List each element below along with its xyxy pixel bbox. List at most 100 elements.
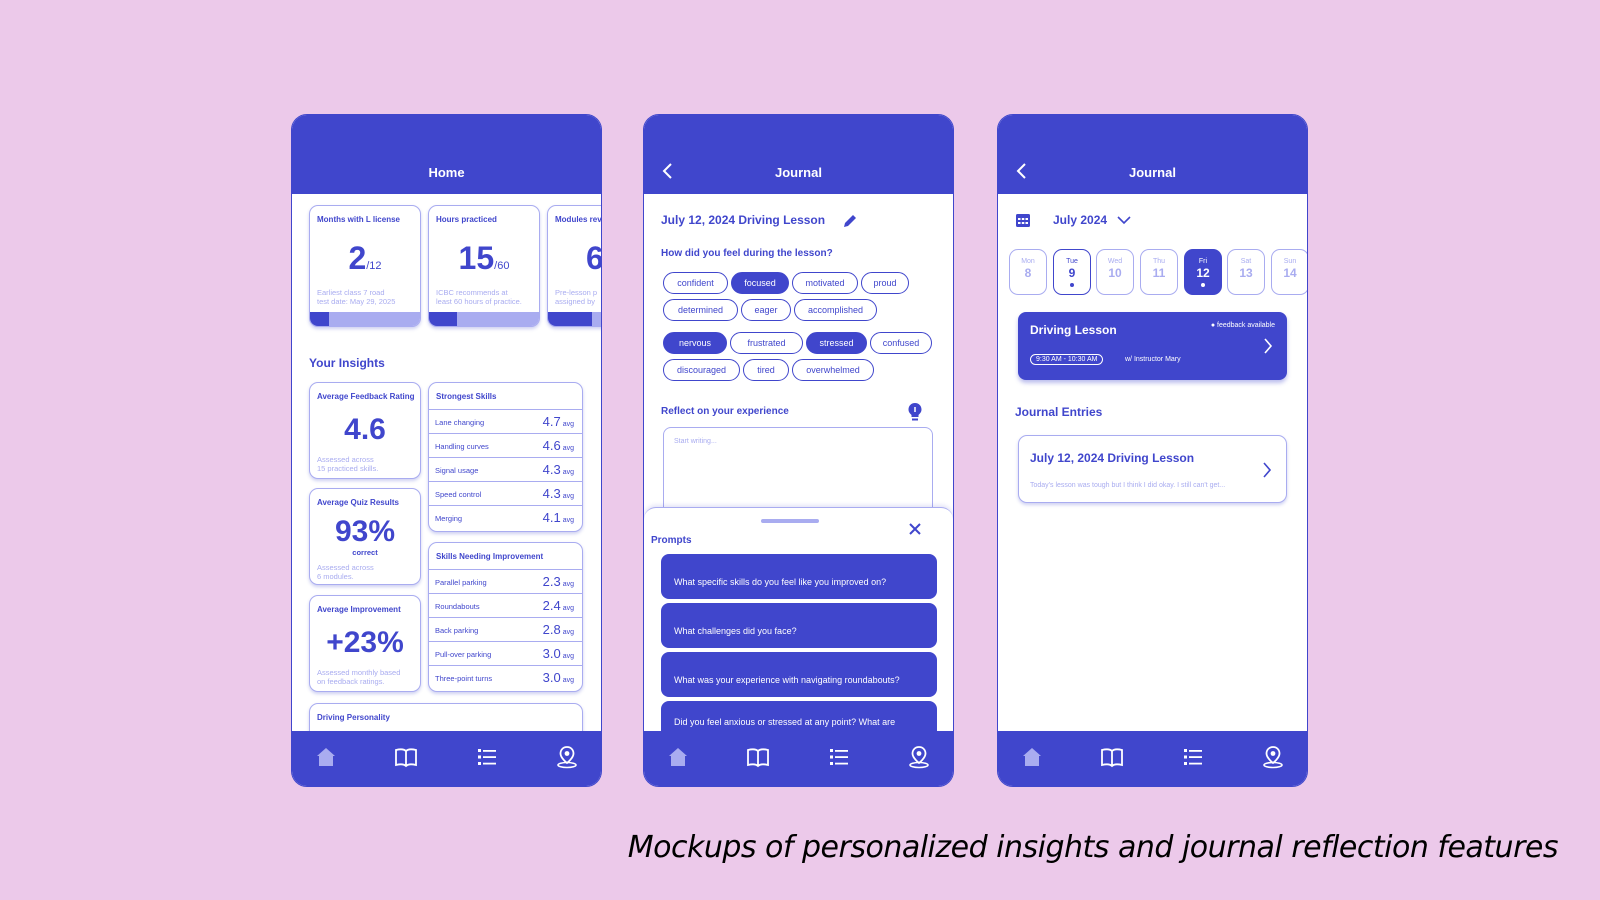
skill-row: Roundabouts 2.4 avg (429, 593, 582, 617)
journal-entry-card[interactable]: July 12, 2024 Driving Lesson Today's les… (1018, 435, 1287, 503)
map-pin-icon[interactable] (907, 745, 931, 769)
day-sat[interactable]: Sat 13 (1227, 249, 1265, 295)
chevron-right-icon (1263, 462, 1272, 478)
skill-row: Parallel parking 2.3 avg (429, 569, 582, 593)
map-pin-icon[interactable] (1261, 745, 1285, 769)
stat-note: Pre-lesson p assigned by (555, 288, 598, 306)
sheet-drag-handle[interactable] (761, 519, 819, 523)
close-icon[interactable] (909, 523, 921, 535)
book-icon[interactable] (1100, 745, 1124, 769)
improvement-card[interactable]: Average Improvement +23% Assessed monthl… (309, 595, 421, 692)
home-icon[interactable] (314, 745, 338, 769)
progress-bar (429, 312, 539, 326)
home-header: Home (292, 115, 601, 194)
journal-entries-heading: Journal Entries (1015, 405, 1103, 419)
card-label: Average Feedback Rating (317, 392, 415, 401)
skill-row: Back parking 2.8 avg (429, 617, 582, 641)
mood-chip-confused[interactable]: confused (870, 332, 932, 354)
journal-calendar-screen: Journal July 2024 Mon 8 Tue 9 Wed 10 Thu 11 … (997, 114, 1308, 787)
lesson-instructor: w/ Instructor Mary (1125, 356, 1181, 363)
day-thu[interactable]: Thu 11 (1140, 249, 1178, 295)
page-title: Home (428, 165, 465, 180)
calendar-icon[interactable] (1015, 212, 1031, 228)
book-icon[interactable] (746, 745, 770, 769)
list-icon[interactable] (475, 745, 499, 769)
quiz-value: 93% (334, 515, 396, 548)
mood-chip-discouraged[interactable]: discouraged (663, 359, 740, 381)
stat-label: Months with L license (317, 215, 400, 224)
stat-card-hours[interactable]: Hours practiced 15/60 ICBC recommends at… (428, 205, 540, 327)
day-wed[interactable]: Wed 10 (1096, 249, 1134, 295)
bottom-nav (292, 731, 601, 786)
skill-row: Lane changing 4.7 avg (429, 409, 582, 433)
mood-chip-proud[interactable]: proud (861, 272, 909, 294)
card-label: Skills Needing Improvement (436, 552, 544, 561)
entry-title: July 12, 2024 Driving Lesson (1030, 451, 1195, 465)
chevron-down-icon[interactable] (1117, 215, 1131, 225)
mood-chip-motivated[interactable]: motivated (792, 272, 858, 294)
lesson-card[interactable]: Driving Lesson ● feedback available 9:30… (1018, 312, 1287, 380)
list-icon[interactable] (827, 745, 851, 769)
skill-row: Signal usage 4.3 avg (429, 457, 582, 481)
feedback-badge: ● feedback available (1210, 322, 1275, 329)
page-title: Journal (775, 165, 822, 180)
skills-needing-improvement-card[interactable]: Skills Needing Improvement Parallel park… (428, 542, 583, 692)
card-label: Strongest Skills (436, 392, 497, 401)
card-label: Average Improvement (317, 605, 401, 614)
stat-note: ICBC recommends at least 60 hours of prac… (436, 288, 522, 306)
home-icon[interactable] (1020, 745, 1044, 769)
prompts-heading: Prompts (651, 535, 692, 546)
skill-row: Three-point turns 3.0 avg (429, 665, 582, 689)
quiz-results-card[interactable]: Average Quiz Results 93% correct Assesse… (309, 488, 421, 585)
prompts-sheet: Prompts What specific skills do you feel… (644, 507, 953, 747)
bottom-nav (644, 731, 953, 786)
book-icon[interactable] (394, 745, 418, 769)
stat-card-license[interactable]: Months with L license 2/12 Earliest clas… (309, 205, 421, 327)
day-sun[interactable]: Sun 14 (1271, 249, 1307, 295)
card-label: Driving Personality (317, 713, 390, 722)
feedback-rating-card[interactable]: Average Feedback Rating 4.6 Assessed acr… (309, 382, 421, 479)
map-pin-icon[interactable] (555, 745, 579, 769)
mood-chip-nervous[interactable]: nervous (663, 332, 727, 354)
day-fri-selected[interactable]: Fri 12 (1184, 249, 1222, 295)
journal-entry-screen: Journal July 12, 2024 Driving Lesson How… (643, 114, 954, 787)
entry-preview: Today's lesson was tough but I think I d… (1030, 482, 1226, 489)
journal-header: Journal (998, 115, 1307, 194)
mood-chip-accomplished[interactable]: accomplished (794, 299, 877, 321)
prompt-item[interactable]: What challenges did you face? (661, 603, 937, 648)
feel-question: How did you feel during the lesson? (661, 248, 833, 259)
mood-chip-frustrated[interactable]: frustrated (730, 332, 803, 354)
entry-title: July 12, 2024 Driving Lesson (661, 213, 826, 227)
insights-heading: Your Insights (309, 356, 385, 370)
month-selector[interactable]: July 2024 (1053, 213, 1107, 227)
lesson-time: 9:30 AM - 10:30 AM (1030, 354, 1104, 365)
mood-chip-tired[interactable]: tired (743, 359, 789, 381)
card-note: Assessed monthly based on feedback rating… (317, 668, 401, 686)
list-icon[interactable] (1181, 745, 1205, 769)
mood-chip-stressed[interactable]: stressed (806, 332, 867, 354)
lesson-title: Driving Lesson (1030, 323, 1117, 337)
home-icon[interactable] (666, 745, 690, 769)
stat-card-modules[interactable]: Modules rev 6 Pre-lesson passigned by (547, 205, 601, 327)
feedback-value: 4.6 (344, 413, 386, 446)
day-tue[interactable]: Tue 9 (1053, 249, 1091, 295)
mood-chip-focused[interactable]: focused (731, 272, 789, 294)
skill-row: Speed control 4.3 avg (429, 481, 582, 505)
prompt-item[interactable]: What was your experience with navigating… (661, 652, 937, 697)
mood-chip-overwhelmed[interactable]: overwhelmed (792, 359, 874, 381)
skill-row: Handling curves 4.6 avg (429, 433, 582, 457)
progress-bar (310, 312, 420, 326)
card-label: Average Quiz Results (317, 498, 399, 507)
mood-chip-eager[interactable]: eager (741, 299, 791, 321)
skill-row: Merging 4.1 avg (429, 505, 582, 529)
mood-chip-determined[interactable]: determined (663, 299, 738, 321)
stat-value: 15/60 (458, 240, 510, 276)
mood-chip-confident[interactable]: confident (663, 272, 728, 294)
stat-label: Hours practiced (436, 215, 497, 224)
lightbulb-icon[interactable] (906, 402, 924, 422)
edit-pencil-icon[interactable] (841, 212, 859, 230)
caption: Mockups of personalized insights and jou… (627, 830, 1559, 865)
day-mon[interactable]: Mon 8 (1009, 249, 1047, 295)
strongest-skills-card[interactable]: Strongest Skills Lane changing 4.7 avg Han… (428, 382, 583, 532)
prompt-item[interactable]: What specific skills do you feel like yo… (661, 554, 937, 599)
